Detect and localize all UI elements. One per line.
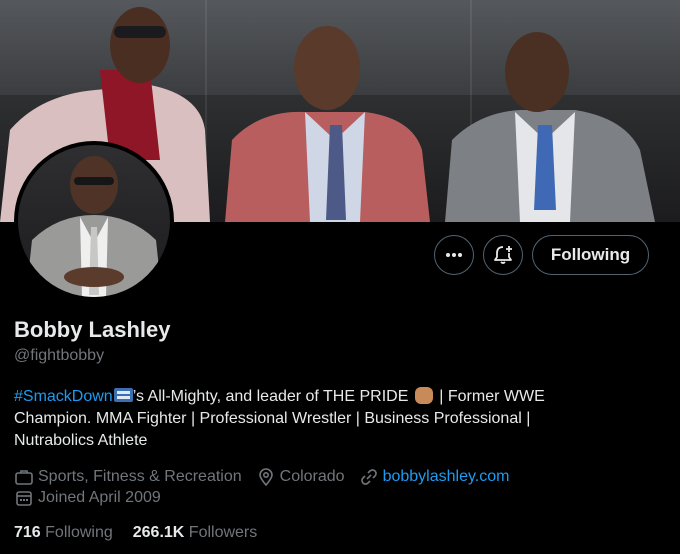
calendar-icon xyxy=(16,491,32,506)
following-stat[interactable]: 716 Following xyxy=(14,524,113,542)
profile-meta-joined: Joined April 2009 xyxy=(14,488,175,508)
following-count: 716 xyxy=(14,524,41,541)
hashtag-link[interactable]: #SmackDown xyxy=(14,388,113,405)
location-item: Colorado xyxy=(256,467,345,487)
category-item: Sports, Fitness & Recreation xyxy=(14,467,242,487)
following-label: Following xyxy=(45,524,113,541)
smackdown-hashflag-icon xyxy=(113,388,133,402)
profile-avatar[interactable] xyxy=(14,141,174,301)
more-icon xyxy=(446,253,462,257)
website-item[interactable]: bobbylashley.com xyxy=(359,467,510,487)
category-text: Sports, Fitness & Recreation xyxy=(38,468,242,485)
location-text: Colorado xyxy=(279,468,345,485)
bio-text-part1: ’s All-Mighty, and leader of THE PRIDE xyxy=(132,388,409,405)
followers-stat[interactable]: 266.1K Followers xyxy=(133,524,258,542)
avatar-portrait xyxy=(26,156,162,297)
link-icon xyxy=(360,469,377,485)
location-icon xyxy=(258,468,273,487)
fist-emoji-icon xyxy=(414,387,433,404)
profile-meta: Sports, Fitness & Recreation Colorado bo… xyxy=(14,467,523,487)
followers-count: 266.1K xyxy=(132,524,185,541)
followers-label: Followers xyxy=(188,524,258,541)
following-button[interactable]: Following xyxy=(532,235,649,275)
notification-add-icon xyxy=(494,246,512,264)
notify-button[interactable] xyxy=(483,235,523,275)
joined-item: Joined April 2009 xyxy=(14,488,161,508)
follow-stats: 716 Following 266.1K Followers xyxy=(14,524,277,542)
user-handle: @fightbobby xyxy=(14,347,105,364)
website-link[interactable]: bobbylashley.com xyxy=(383,468,510,486)
category-icon xyxy=(15,470,33,485)
more-button[interactable] xyxy=(434,235,474,275)
profile-bio: #SmackDown ’s All-Mighty, and leader of T… xyxy=(14,386,614,452)
joined-text: Joined April 2009 xyxy=(38,489,161,506)
avatar-photo xyxy=(18,145,170,297)
display-name: Bobby Lashley xyxy=(14,317,171,342)
